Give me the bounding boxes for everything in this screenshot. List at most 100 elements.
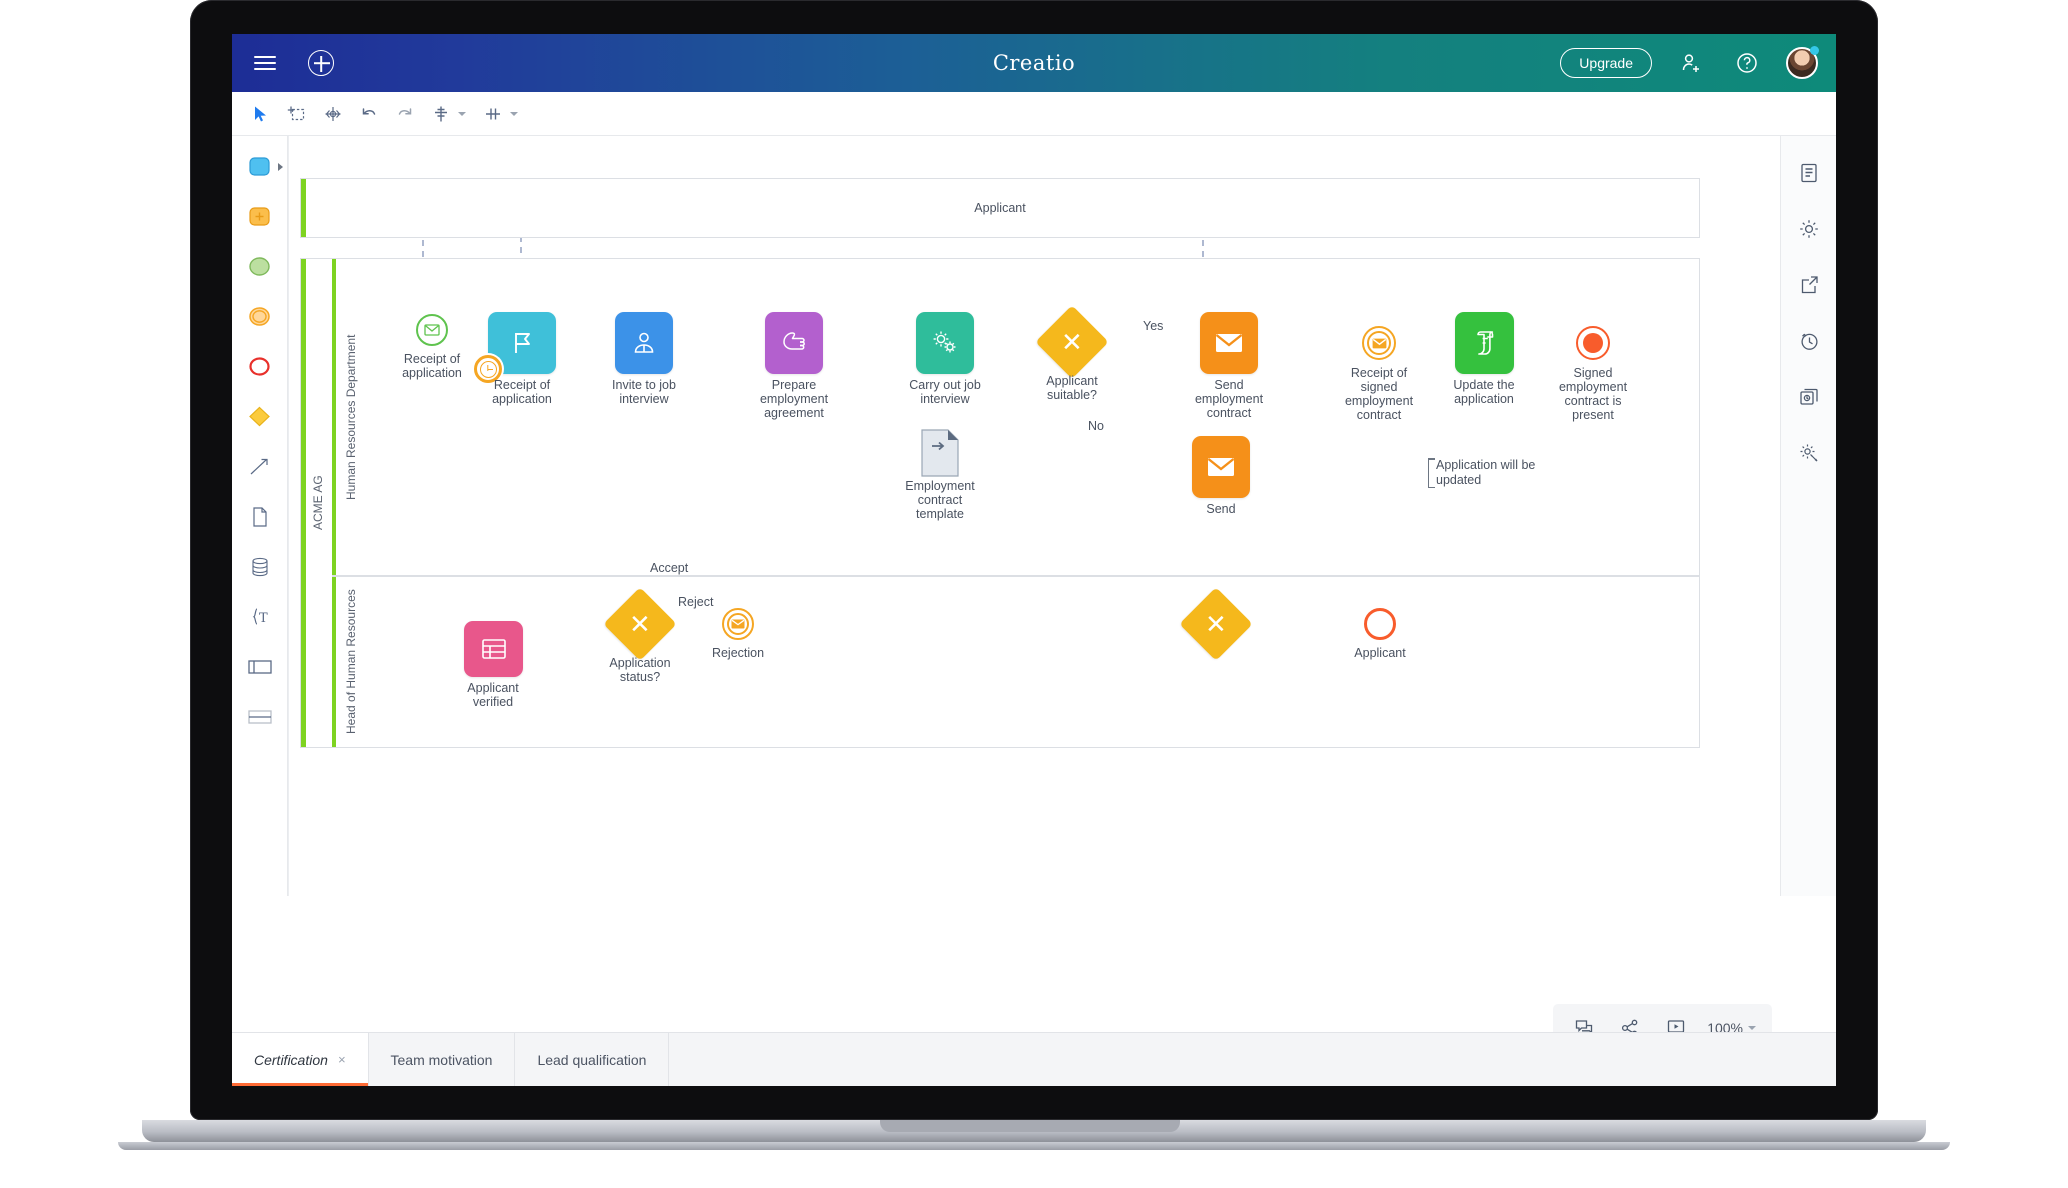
- plus-circle-icon[interactable]: [304, 46, 338, 80]
- lane-label-hr-department: Human Resources Department: [344, 334, 358, 500]
- node-label: Application status?: [609, 656, 671, 684]
- help-question-icon[interactable]: [1730, 46, 1764, 80]
- node-send[interactable]: Send: [1192, 436, 1250, 516]
- node-applicant-suitable-gateway[interactable]: ✕ Applicant suitable?: [1035, 305, 1109, 402]
- tab-lead-qualification[interactable]: Lead qualification: [515, 1033, 670, 1086]
- envelope-icon: [424, 324, 440, 336]
- node-label: Prepare employment agreement: [759, 378, 829, 420]
- redo[interactable]: [390, 99, 420, 129]
- select-tool[interactable]: [246, 99, 276, 129]
- palette-intermediate-event[interactable]: [243, 302, 277, 332]
- user-avatar[interactable]: [1786, 46, 1819, 79]
- pan-tool[interactable]: [318, 99, 348, 129]
- envelope-icon: [1215, 334, 1243, 352]
- palette-text-annotation[interactable]: T: [243, 602, 277, 632]
- add-user-icon[interactable]: [1674, 46, 1708, 80]
- x-gateway-icon: ✕: [629, 608, 651, 639]
- node-invite-to-job-interview[interactable]: Invite to job interview: [612, 312, 676, 406]
- timer-clock-icon: [479, 360, 497, 378]
- palette-pool[interactable]: [243, 652, 277, 682]
- palette-connector[interactable]: [243, 452, 277, 482]
- chevron-right-icon[interactable]: [277, 163, 283, 171]
- node-applicant-end[interactable]: Applicant: [1354, 608, 1406, 660]
- chevron-down-icon: [1748, 1026, 1756, 1030]
- node-merge-gateway[interactable]: ✕: [1179, 587, 1253, 661]
- node-label: Rejection: [711, 646, 765, 660]
- annotation-application-updated: Application will be updated: [1428, 458, 1588, 488]
- tab-certification[interactable]: Certification ×: [232, 1033, 369, 1086]
- pool-title-acme: ACME AG: [311, 475, 325, 531]
- palette-task[interactable]: [243, 152, 283, 182]
- flag-icon: [515, 333, 530, 353]
- process-tabbar: Certification × Team motivation Lead qua…: [232, 1032, 1836, 1086]
- align-horizontal[interactable]: [478, 99, 524, 129]
- node-receipt-of-application-start[interactable]: Receipt of application: [402, 314, 462, 380]
- marquee-select-tool[interactable]: [282, 99, 312, 129]
- tab-team-motivation[interactable]: Team motivation: [368, 1033, 516, 1086]
- tab-label: Team motivation: [390, 1051, 493, 1068]
- export-share-icon[interactable]: [1794, 270, 1824, 300]
- flow-label-accept: Accept: [650, 561, 689, 575]
- node-label: Applicant verified: [467, 681, 519, 709]
- node-label: Send: [1206, 502, 1236, 516]
- app-brand-logo: Creatio: [992, 51, 1076, 75]
- gear-wand-icon[interactable]: [1794, 438, 1824, 468]
- node-update-the-application[interactable]: Update the application: [1453, 312, 1515, 406]
- palette-end-event[interactable]: [243, 352, 277, 382]
- palette-start-event[interactable]: [243, 252, 277, 282]
- palette-data-object[interactable]: [243, 502, 277, 532]
- flow-label-reject: Reject: [678, 595, 714, 609]
- hamburger-menu-icon[interactable]: [248, 46, 282, 80]
- palette-subprocess[interactable]: [243, 202, 277, 232]
- x-gateway-icon: ✕: [1061, 326, 1083, 357]
- lane-hr-department[interactable]: [332, 258, 1700, 576]
- flow-label-no: No: [1088, 419, 1104, 433]
- node-signed-contract-present-end[interactable]: Signed employment contract is present: [1559, 326, 1627, 422]
- gears-icon: [933, 331, 956, 353]
- node-rejection[interactable]: Rejection: [712, 608, 764, 660]
- editor-toolbar: [232, 92, 1836, 136]
- tab-close-icon[interactable]: ×: [338, 1052, 346, 1067]
- envelope-icon: [1207, 458, 1235, 476]
- gear-icon[interactable]: [1794, 214, 1824, 244]
- circle-outline-icon: [1364, 608, 1396, 640]
- shape-palette: T: [232, 136, 288, 896]
- palette-lane[interactable]: [243, 702, 277, 732]
- node-receipt-signed-contract[interactable]: Receipt of signed employment contract: [1345, 326, 1413, 422]
- node-label: Send employment contract: [1194, 378, 1264, 420]
- node-applicant-verified[interactable]: Applicant verified: [464, 621, 523, 709]
- node-label: Applicant: [1354, 646, 1406, 660]
- node-receipt-of-application-task[interactable]: Receipt of application: [474, 312, 556, 406]
- clock-history-icon[interactable]: [1794, 326, 1824, 356]
- properties-document-icon[interactable]: [1794, 158, 1824, 188]
- x-gateway-icon: ✕: [1205, 608, 1227, 639]
- lane-head-of-hr[interactable]: [332, 576, 1700, 748]
- align-vertical[interactable]: [426, 99, 472, 129]
- node-prepare-employment-agreement[interactable]: Prepare employment agreement: [760, 312, 828, 420]
- flow-label-yes: Yes: [1143, 319, 1164, 333]
- node-carry-out-job-interview[interactable]: Carry out job interview: [909, 312, 981, 406]
- undo[interactable]: [354, 99, 384, 129]
- node-application-status-gateway[interactable]: ✕ Application status?: [603, 587, 677, 684]
- versions-stack-icon[interactable]: [1794, 382, 1824, 412]
- person-icon: [634, 332, 654, 353]
- document-arrow-icon: [921, 429, 959, 477]
- tab-label: Lead qualification: [537, 1051, 647, 1068]
- node-send-employment-contract[interactable]: Send employment contract: [1195, 312, 1263, 420]
- svg-text:T: T: [259, 611, 268, 626]
- upgrade-button[interactable]: Upgrade: [1560, 48, 1652, 78]
- laptop-foot: [118, 1142, 1950, 1150]
- lane-label-head-of-hr: Head of Human Resources: [344, 589, 358, 735]
- app-header: Creatio Upgrade: [232, 34, 1836, 92]
- app-window: Creatio Upgrade T Applicant ACME AG Huma…: [232, 34, 1836, 1086]
- tab-label: Certification: [254, 1051, 328, 1068]
- diagram-canvas[interactable]: Applicant ACME AG Human Resources Depart…: [288, 136, 1780, 896]
- palette-data-store[interactable]: [243, 552, 277, 582]
- laptop-base-notch: [880, 1120, 1180, 1132]
- pool-title-applicant: Applicant: [974, 201, 1026, 215]
- node-label: Signed employment contract is present: [1558, 366, 1628, 422]
- envelope-icon: [731, 619, 745, 629]
- node-label: Applicant suitable?: [1046, 374, 1098, 402]
- node-employment-contract-template[interactable]: Employment contract template: [905, 429, 975, 521]
- palette-gateway[interactable]: [243, 402, 277, 432]
